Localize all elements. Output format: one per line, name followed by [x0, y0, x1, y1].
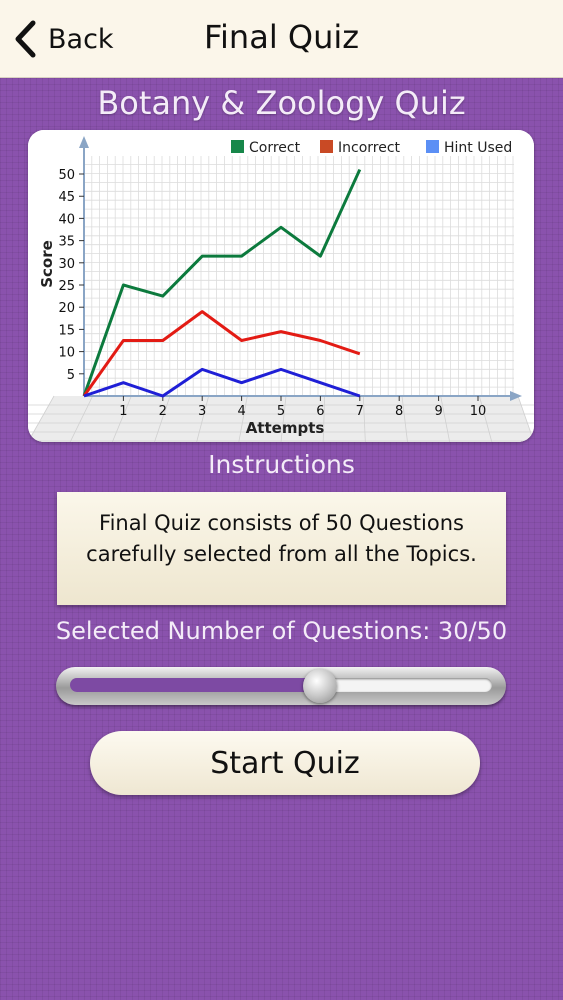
y-tick-label: 20	[58, 301, 75, 316]
instructions-heading: Instructions	[208, 450, 355, 479]
x-tick-label: 3	[198, 404, 206, 419]
x-tick-label: 1	[119, 404, 127, 419]
x-tick-label: 9	[434, 404, 442, 419]
slider-thumb[interactable]	[303, 669, 338, 703]
legend-swatch	[231, 140, 244, 153]
y-tick-label: 30	[58, 257, 75, 272]
slider-fill	[70, 678, 321, 692]
y-tick-label: 5	[67, 368, 75, 383]
score-chart: 5 10 15 20 25 30 35 40 45 50 1 2 3 4 5 6 7 8 9 10 Attempts Sc…	[28, 130, 534, 442]
x-tick-label: 10	[470, 404, 487, 419]
legend-label: Hint Used	[444, 140, 512, 156]
page-title: Final Quiz	[203, 18, 360, 56]
y-tick-label: 25	[58, 279, 75, 294]
y-tick-label: 10	[58, 346, 75, 361]
y-axis-label: Score	[38, 240, 56, 288]
x-tick-label: 5	[277, 404, 285, 419]
quiz-title: Botany & Zoology Quiz	[97, 84, 466, 122]
legend-swatch	[320, 140, 333, 153]
x-axis-label: Attempts	[246, 419, 325, 437]
y-tick-label: 40	[58, 212, 75, 227]
x-tick-label: 7	[356, 404, 364, 419]
selected-questions-label: Selected Number of Questions: 30/50	[55, 617, 508, 645]
x-tick-label: 4	[237, 404, 245, 419]
legend-label: Correct	[249, 140, 301, 156]
score-chart-svg: 51015202530354045501 2 3 4 5 6 7 8 9 10AttemptsSc…	[28, 130, 534, 442]
question-count-slider[interactable]	[56, 667, 506, 705]
y-tick-label: 15	[58, 323, 75, 338]
y-tick-label: 50	[58, 168, 75, 183]
instructions-box[interactable]: Final Quiz consists of 50 Questions care…	[57, 492, 506, 605]
legend-swatch	[426, 140, 439, 153]
slider-track[interactable]	[70, 678, 492, 692]
x-tick-label: 8	[395, 404, 403, 419]
navigation-bar: Back Final Quiz	[0, 0, 563, 78]
x-tick-label: 2	[159, 404, 167, 419]
instructions-text: Final Quiz consists of 50 Questions care…	[86, 511, 477, 566]
y-tick-label: 45	[58, 190, 75, 205]
y-tick-label: 35	[58, 235, 75, 250]
legend-label: Incorrect	[338, 140, 401, 156]
x-tick-label: 6	[316, 404, 324, 419]
start-quiz-button[interactable]: Start Quiz	[90, 731, 480, 795]
